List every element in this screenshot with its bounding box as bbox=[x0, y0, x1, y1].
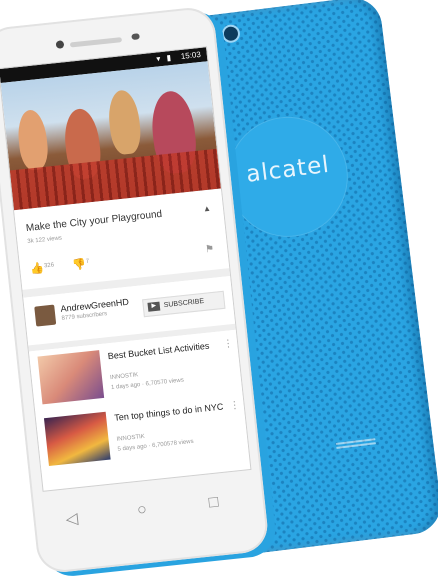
status-icons: ▾ ▮ bbox=[155, 52, 174, 64]
channel-avatar[interactable] bbox=[34, 304, 57, 327]
related-video-title[interactable]: Best Bucket List Activities bbox=[107, 340, 218, 362]
subscribe-button[interactable]: ▶ SUBSCRIBE bbox=[142, 290, 226, 318]
video-views: 3k 122 views bbox=[27, 235, 63, 246]
dislike-icon[interactable]: 👎 bbox=[71, 257, 87, 271]
like-icon[interactable]: 👍 bbox=[30, 261, 45, 275]
related-video-channel: INNOSTIK bbox=[116, 433, 146, 443]
like-count: 326 bbox=[43, 262, 55, 270]
video-player[interactable] bbox=[0, 61, 221, 211]
video-person bbox=[15, 108, 50, 172]
dislike-count: 7 bbox=[85, 258, 90, 266]
related-video-thumbnail[interactable] bbox=[43, 411, 111, 467]
related-video-channel: INNOSTIK bbox=[109, 372, 139, 382]
related-video-title[interactable]: Ten top things to do in NYC bbox=[114, 401, 225, 423]
front-camera bbox=[55, 40, 65, 49]
subscribe-label: SUBSCRIBE bbox=[163, 297, 205, 310]
expand-caret-icon[interactable]: ▲ bbox=[202, 204, 211, 214]
play-icon: ▶ bbox=[147, 301, 161, 312]
status-time: 15:03 bbox=[180, 49, 202, 61]
back-icon[interactable]: ◁ bbox=[65, 508, 79, 529]
flag-icon[interactable]: ⚑ bbox=[205, 244, 215, 256]
rear-speaker bbox=[335, 438, 377, 449]
related-video-thumbnail[interactable] bbox=[37, 350, 105, 405]
more-options-icon[interactable]: ⋮ bbox=[229, 400, 240, 412]
phone-screen: ▾ ▮ 15:03 Make the City your Playground … bbox=[0, 46, 252, 492]
video-person bbox=[106, 88, 143, 156]
earpiece-speaker bbox=[69, 37, 123, 48]
more-options-icon[interactable]: ⋮ bbox=[223, 338, 234, 350]
home-icon[interactable]: ○ bbox=[136, 501, 148, 520]
recent-apps-icon[interactable]: □ bbox=[208, 494, 220, 513]
proximity-sensor bbox=[131, 33, 140, 41]
navigation-bar: ◁ ○ □ bbox=[44, 480, 255, 542]
video-title: Make the City your Playground bbox=[25, 208, 163, 235]
